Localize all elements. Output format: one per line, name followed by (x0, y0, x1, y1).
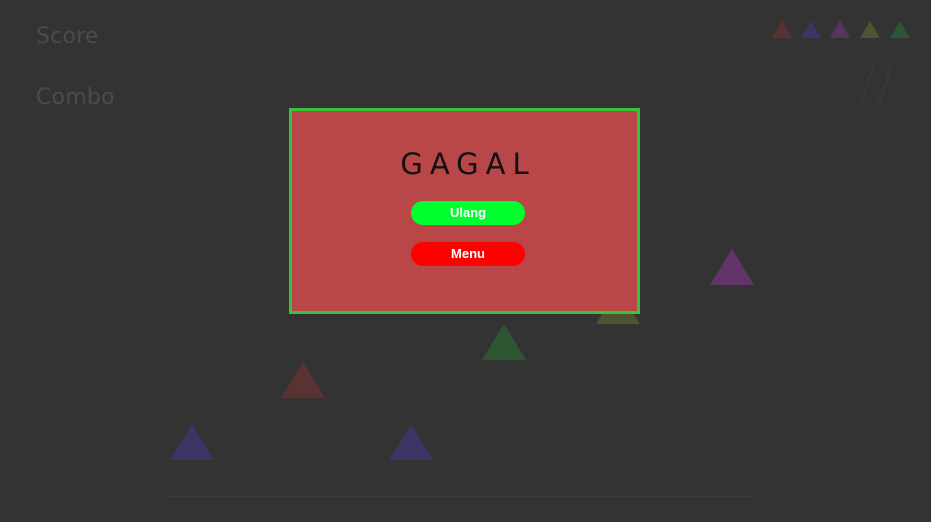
triangle-icon[interactable] (482, 324, 526, 360)
triangle-icon (830, 21, 850, 38)
triangle-icon[interactable] (389, 424, 433, 460)
retry-button[interactable]: Ulang (411, 201, 525, 225)
life-mark (859, 66, 875, 106)
floor-line (168, 496, 754, 497)
triangle-icon (890, 21, 910, 38)
triangle-icon[interactable] (281, 362, 325, 398)
triangle-icon (860, 21, 880, 38)
triangle-icon[interactable] (710, 249, 754, 285)
game-over-title: GAGAL (400, 147, 536, 181)
score-label: Score (36, 24, 99, 49)
lives-indicator (856, 66, 896, 108)
combo-label: Combo (36, 85, 115, 110)
life-mark (877, 66, 893, 106)
menu-button[interactable]: Menu (411, 242, 525, 266)
triangle-icon (772, 21, 792, 38)
triangle-icon (801, 21, 821, 38)
game-over-dialog: GAGAL Ulang Menu (289, 108, 640, 314)
triangle-icon[interactable] (170, 424, 214, 460)
